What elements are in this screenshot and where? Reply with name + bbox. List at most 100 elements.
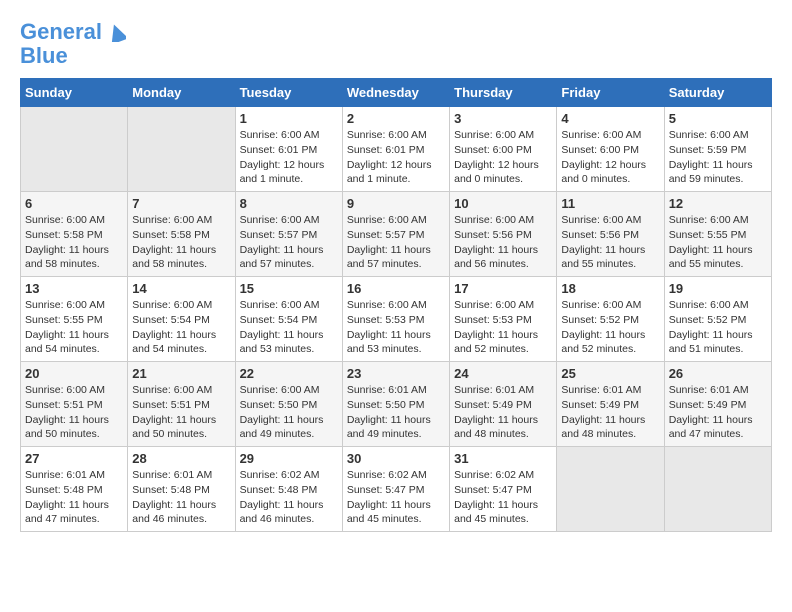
day-content: Sunrise: 6:00 AM Sunset: 5:52 PM Dayligh…: [669, 298, 767, 357]
calendar-cell: 29 Sunrise: 6:02 AM Sunset: 5:48 PM Dayli…: [235, 447, 342, 532]
day-number: 24: [454, 366, 552, 381]
day-content: Sunrise: 6:00 AM Sunset: 6:00 PM Dayligh…: [454, 128, 552, 187]
day-number: 9: [347, 196, 445, 211]
calendar-cell: 27 Sunrise: 6:01 AM Sunset: 5:48 PM Dayli…: [21, 447, 128, 532]
calendar-cell: [664, 447, 771, 532]
calendar-cell: 10Sunrise: 6:00 AM Sunset: 5:56 PM Dayli…: [450, 192, 557, 277]
day-number: 29: [240, 451, 338, 466]
day-content: Sunrise: 6:00 AM Sunset: 5:52 PM Dayligh…: [561, 298, 659, 357]
logo: General Blue: [20, 20, 126, 68]
day-number: 30: [347, 451, 445, 466]
day-content: Sunrise: 6:01 AM Sunset: 5:48 PM Dayligh…: [25, 468, 123, 527]
calendar-cell: [128, 107, 235, 192]
calendar-cell: 16 Sunrise: 6:00 AM Sunset: 5:53 PM Dayli…: [342, 277, 449, 362]
weekday-header-sunday: Sunday: [21, 79, 128, 107]
day-number: 8: [240, 196, 338, 211]
day-content: Sunrise: 6:00 AM Sunset: 5:51 PM Dayligh…: [132, 383, 230, 442]
day-content: Sunrise: 6:00 AM Sunset: 5:50 PM Dayligh…: [240, 383, 338, 442]
day-content: Sunrise: 6:01 AM Sunset: 5:50 PM Dayligh…: [347, 383, 445, 442]
day-number: 17: [454, 281, 552, 296]
calendar-cell: 17Sunrise: 6:00 AM Sunset: 5:53 PM Dayli…: [450, 277, 557, 362]
week-row-2: 6 Sunrise: 6:00 AM Sunset: 5:58 PM Daylig…: [21, 192, 772, 277]
calendar-cell: 23 Sunrise: 6:01 AM Sunset: 5:50 PM Dayli…: [342, 362, 449, 447]
calendar-cell: 20 Sunrise: 6:00 AM Sunset: 5:51 PM Dayli…: [21, 362, 128, 447]
day-content: Sunrise: 6:00 AM Sunset: 6:01 PM Dayligh…: [240, 128, 338, 187]
day-number: 1: [240, 111, 338, 126]
calendar-cell: 24 Sunrise: 6:01 AM Sunset: 5:49 PM Dayli…: [450, 362, 557, 447]
calendar-cell: 15 Sunrise: 6:00 AM Sunset: 5:54 PM Dayli…: [235, 277, 342, 362]
day-content: Sunrise: 6:00 AM Sunset: 5:57 PM Dayligh…: [240, 213, 338, 272]
day-number: 19: [669, 281, 767, 296]
day-content: Sunrise: 6:00 AM Sunset: 5:56 PM Dayligh…: [561, 213, 659, 272]
day-number: 12: [669, 196, 767, 211]
weekday-header-friday: Friday: [557, 79, 664, 107]
calendar-cell: 8 Sunrise: 6:00 AM Sunset: 5:57 PM Daylig…: [235, 192, 342, 277]
calendar-cell: 12 Sunrise: 6:00 AM Sunset: 5:55 PM Dayli…: [664, 192, 771, 277]
page-header: General Blue: [20, 20, 772, 68]
day-number: 27: [25, 451, 123, 466]
calendar-cell: 2Sunrise: 6:00 AM Sunset: 6:01 PM Daylig…: [342, 107, 449, 192]
day-number: 23: [347, 366, 445, 381]
day-number: 13: [25, 281, 123, 296]
calendar-cell: 1 Sunrise: 6:00 AM Sunset: 6:01 PM Daylig…: [235, 107, 342, 192]
day-number: 28: [132, 451, 230, 466]
day-number: 14: [132, 281, 230, 296]
day-content: Sunrise: 6:00 AM Sunset: 5:53 PM Dayligh…: [347, 298, 445, 357]
calendar-cell: 28 Sunrise: 6:01 AM Sunset: 5:48 PM Dayli…: [128, 447, 235, 532]
day-content: Sunrise: 6:00 AM Sunset: 5:55 PM Dayligh…: [669, 213, 767, 272]
calendar-cell: [557, 447, 664, 532]
weekday-header-thursday: Thursday: [450, 79, 557, 107]
weekday-header-row: SundayMondayTuesdayWednesdayThursdayFrid…: [21, 79, 772, 107]
calendar-cell: [21, 107, 128, 192]
day-content: Sunrise: 6:00 AM Sunset: 5:58 PM Dayligh…: [25, 213, 123, 272]
day-content: Sunrise: 6:02 AM Sunset: 5:48 PM Dayligh…: [240, 468, 338, 527]
day-content: Sunrise: 6:00 AM Sunset: 5:51 PM Dayligh…: [25, 383, 123, 442]
logo-bird-icon: [108, 24, 126, 42]
day-number: 7: [132, 196, 230, 211]
calendar-cell: 26Sunrise: 6:01 AM Sunset: 5:49 PM Dayli…: [664, 362, 771, 447]
calendar-cell: 31 Sunrise: 6:02 AM Sunset: 5:47 PM Dayli…: [450, 447, 557, 532]
week-row-3: 13 Sunrise: 6:00 AM Sunset: 5:55 PM Dayli…: [21, 277, 772, 362]
day-content: Sunrise: 6:00 AM Sunset: 5:58 PM Dayligh…: [132, 213, 230, 272]
day-content: Sunrise: 6:01 AM Sunset: 5:49 PM Dayligh…: [454, 383, 552, 442]
calendar-cell: 21 Sunrise: 6:00 AM Sunset: 5:51 PM Dayli…: [128, 362, 235, 447]
day-number: 16: [347, 281, 445, 296]
day-content: Sunrise: 6:02 AM Sunset: 5:47 PM Dayligh…: [454, 468, 552, 527]
calendar-cell: 13 Sunrise: 6:00 AM Sunset: 5:55 PM Dayli…: [21, 277, 128, 362]
day-content: Sunrise: 6:00 AM Sunset: 6:00 PM Dayligh…: [561, 128, 659, 187]
calendar-cell: 30 Sunrise: 6:02 AM Sunset: 5:47 PM Dayli…: [342, 447, 449, 532]
day-content: Sunrise: 6:00 AM Sunset: 5:54 PM Dayligh…: [240, 298, 338, 357]
weekday-header-saturday: Saturday: [664, 79, 771, 107]
day-content: Sunrise: 6:02 AM Sunset: 5:47 PM Dayligh…: [347, 468, 445, 527]
day-number: 25: [561, 366, 659, 381]
week-row-1: 1 Sunrise: 6:00 AM Sunset: 6:01 PM Daylig…: [21, 107, 772, 192]
week-row-4: 20 Sunrise: 6:00 AM Sunset: 5:51 PM Dayli…: [21, 362, 772, 447]
day-content: Sunrise: 6:00 AM Sunset: 5:59 PM Dayligh…: [669, 128, 767, 187]
day-content: Sunrise: 6:01 AM Sunset: 5:49 PM Dayligh…: [561, 383, 659, 442]
calendar-table: SundayMondayTuesdayWednesdayThursdayFrid…: [20, 78, 772, 532]
calendar-cell: 7 Sunrise: 6:00 AM Sunset: 5:58 PM Daylig…: [128, 192, 235, 277]
calendar-cell: 9Sunrise: 6:00 AM Sunset: 5:57 PM Daylig…: [342, 192, 449, 277]
day-number: 3: [454, 111, 552, 126]
calendar-cell: 25 Sunrise: 6:01 AM Sunset: 5:49 PM Dayli…: [557, 362, 664, 447]
logo-blue: Blue: [20, 44, 126, 68]
calendar-cell: 14 Sunrise: 6:00 AM Sunset: 5:54 PM Dayli…: [128, 277, 235, 362]
calendar-cell: 18 Sunrise: 6:00 AM Sunset: 5:52 PM Dayli…: [557, 277, 664, 362]
calendar-cell: 11 Sunrise: 6:00 AM Sunset: 5:56 PM Dayli…: [557, 192, 664, 277]
day-number: 18: [561, 281, 659, 296]
day-number: 21: [132, 366, 230, 381]
day-number: 15: [240, 281, 338, 296]
calendar-cell: 4Sunrise: 6:00 AM Sunset: 6:00 PM Daylig…: [557, 107, 664, 192]
calendar-cell: 5Sunrise: 6:00 AM Sunset: 5:59 PM Daylig…: [664, 107, 771, 192]
day-content: Sunrise: 6:00 AM Sunset: 5:55 PM Dayligh…: [25, 298, 123, 357]
day-number: 11: [561, 196, 659, 211]
day-number: 22: [240, 366, 338, 381]
calendar-cell: 22 Sunrise: 6:00 AM Sunset: 5:50 PM Dayli…: [235, 362, 342, 447]
day-number: 31: [454, 451, 552, 466]
calendar-cell: 19 Sunrise: 6:00 AM Sunset: 5:52 PM Dayli…: [664, 277, 771, 362]
calendar-cell: 3 Sunrise: 6:00 AM Sunset: 6:00 PM Daylig…: [450, 107, 557, 192]
day-number: 20: [25, 366, 123, 381]
day-content: Sunrise: 6:00 AM Sunset: 5:54 PM Dayligh…: [132, 298, 230, 357]
day-number: 6: [25, 196, 123, 211]
day-content: Sunrise: 6:01 AM Sunset: 5:48 PM Dayligh…: [132, 468, 230, 527]
